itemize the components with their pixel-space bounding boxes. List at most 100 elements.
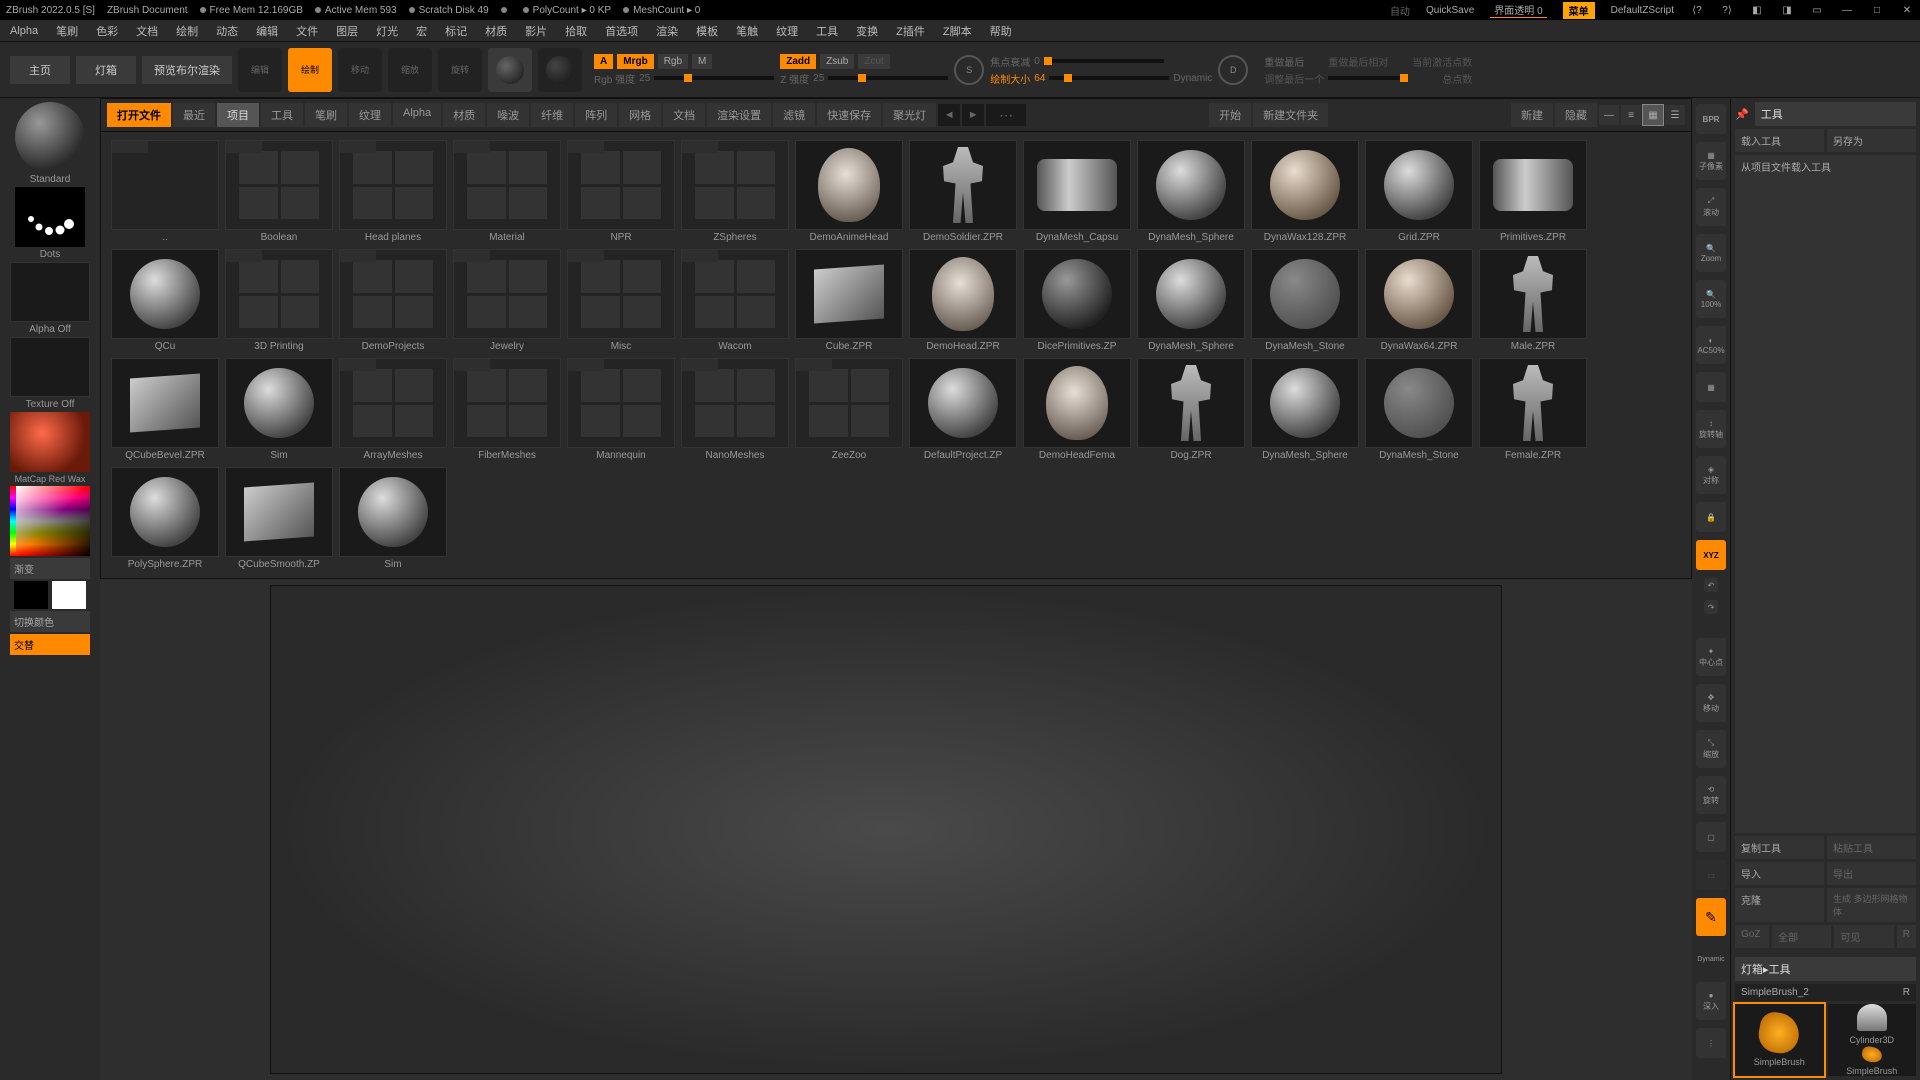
- browser-tab[interactable]: 最近: [173, 103, 215, 127]
- view-grid-icon[interactable]: ▦: [1643, 105, 1663, 125]
- browser-item[interactable]: ZSpheres: [681, 140, 789, 243]
- menu-item[interactable]: 色彩: [96, 23, 118, 39]
- goz-visible-button[interactable]: 可见: [1834, 925, 1893, 948]
- switch-color-button[interactable]: 切换颜色: [10, 611, 90, 632]
- drawsize-slider[interactable]: [1049, 76, 1169, 80]
- menu-item[interactable]: 材质: [485, 23, 507, 39]
- color-picker[interactable]: [10, 486, 90, 556]
- grid-icon[interactable]: ▦: [1696, 372, 1726, 402]
- zadd-button[interactable]: Zadd: [780, 54, 816, 69]
- browser-tab[interactable]: 渲染设置: [707, 103, 771, 127]
- browser-item[interactable]: PolySphere.ZPR: [111, 467, 219, 570]
- frame-icon[interactable]: ▢: [1696, 822, 1726, 852]
- swatch-black[interactable]: [14, 581, 48, 609]
- browser-item[interactable]: QCubeSmooth.ZP: [225, 467, 333, 570]
- menu-item[interactable]: 帮助: [990, 23, 1012, 39]
- zsub-button[interactable]: Zsub: [820, 54, 854, 69]
- mrgb-button[interactable]: Mrgb: [617, 54, 653, 69]
- browser-tab[interactable]: 文档: [663, 103, 705, 127]
- view-minimal-icon[interactable]: —: [1599, 105, 1619, 125]
- menu-item[interactable]: 绘制: [176, 23, 198, 39]
- subpixel-icon[interactable]: ▦子像素: [1696, 142, 1726, 180]
- menu-item[interactable]: 动态: [216, 23, 238, 39]
- edit-mode-icon[interactable]: 编辑: [238, 48, 282, 92]
- browser-item[interactable]: Sim: [225, 358, 333, 461]
- browser-item[interactable]: 3D Printing: [225, 249, 333, 352]
- menu-item[interactable]: 笔刷: [56, 23, 78, 39]
- gen-polymesh-button[interactable]: 生成 多边形网格物体: [1827, 888, 1916, 922]
- menu-item[interactable]: 拾取: [565, 23, 587, 39]
- browser-tab[interactable]: 笔刷: [305, 103, 347, 127]
- lock-icon[interactable]: 🔒: [1696, 502, 1726, 532]
- browser-item[interactable]: Grid.ZPR: [1365, 140, 1473, 243]
- browser-item[interactable]: ArrayMeshes: [339, 358, 447, 461]
- browser-item[interactable]: Jewelry: [453, 249, 561, 352]
- rgb-intensity-slider[interactable]: [654, 76, 774, 80]
- browser-item[interactable]: Wacom: [681, 249, 789, 352]
- bpr-preview-button[interactable]: 预览布尔渲染: [142, 56, 232, 84]
- material-thumb[interactable]: [10, 412, 90, 472]
- browser-item[interactable]: DynaWax128.ZPR: [1251, 140, 1359, 243]
- browser-item[interactable]: DynaMesh_Stone: [1365, 358, 1473, 461]
- rotate-mode-icon[interactable]: 旋转: [438, 48, 482, 92]
- browser-item[interactable]: QCubeBevel.ZPR: [111, 358, 219, 461]
- adjust-last[interactable]: 调整最后一个: [1264, 71, 1324, 86]
- prev-icon[interactable]: ◄: [938, 104, 960, 126]
- gradient-button[interactable]: 渐变: [10, 558, 90, 579]
- browser-item[interactable]: NPR: [567, 140, 675, 243]
- menu-item[interactable]: Alpha: [10, 25, 38, 37]
- menu-item[interactable]: 图层: [336, 23, 358, 39]
- redo-last[interactable]: 重做最后: [1264, 54, 1304, 69]
- tool-thumb-cylinder[interactable]: Cylinder3D SimpleBrush: [1828, 1004, 1917, 1076]
- layout2-icon[interactable]: ◨: [1780, 3, 1794, 17]
- browser-item[interactable]: DynaWax64.ZPR: [1365, 249, 1473, 352]
- swatch-white[interactable]: [52, 581, 86, 609]
- s-nav-icon[interactable]: S: [954, 55, 984, 85]
- load-tool-button[interactable]: 载入工具: [1735, 129, 1824, 152]
- menu-item[interactable]: 影片: [525, 23, 547, 39]
- menu-item[interactable]: Z插件: [896, 23, 925, 39]
- help1-icon[interactable]: ⟨?: [1690, 3, 1704, 17]
- adjust-slider[interactable]: [1328, 76, 1408, 80]
- brush-thumb[interactable]: [15, 102, 85, 172]
- browser-tab[interactable]: 项目: [217, 103, 259, 127]
- menu-item[interactable]: 模板: [696, 23, 718, 39]
- menu-item[interactable]: 首选项: [605, 23, 638, 39]
- import-button[interactable]: 导入: [1735, 862, 1824, 885]
- browser-item[interactable]: DemoHeadFema: [1023, 358, 1131, 461]
- new-button[interactable]: 新建: [1511, 103, 1553, 127]
- menu-item[interactable]: 宏: [416, 23, 427, 39]
- next-icon[interactable]: ►: [962, 104, 984, 126]
- focal-slider[interactable]: [1044, 59, 1164, 63]
- xyz-button[interactable]: XYZ: [1696, 540, 1726, 570]
- tools-header[interactable]: 工具: [1755, 102, 1916, 126]
- float-icon[interactable]: ↕旋转轴: [1696, 410, 1726, 448]
- texture-thumb[interactable]: [10, 337, 90, 397]
- browser-item[interactable]: DemoAnimeHead: [795, 140, 903, 243]
- redo-icon[interactable]: ↷: [1704, 600, 1718, 614]
- browser-tab[interactable]: 纤维: [531, 103, 573, 127]
- help2-icon[interactable]: ?⟩: [1720, 3, 1734, 17]
- zcut-button[interactable]: Zcut: [858, 54, 889, 69]
- move-mode-icon[interactable]: 移动: [338, 48, 382, 92]
- start-button[interactable]: 开始: [1209, 103, 1251, 127]
- browser-item[interactable]: DicePrimitives.ZP: [1023, 249, 1131, 352]
- center-icon[interactable]: ✦中心点: [1696, 638, 1726, 676]
- persp-icon[interactable]: ▭: [1696, 860, 1726, 890]
- save-as-button[interactable]: 另存为: [1827, 129, 1916, 152]
- browser-item[interactable]: Material: [453, 140, 561, 243]
- quicksave-button[interactable]: QuickSave: [1426, 5, 1474, 16]
- menu-item[interactable]: 变换: [856, 23, 878, 39]
- zoom-icon[interactable]: 🔍Zoom: [1696, 234, 1726, 272]
- lightbox-tool-header[interactable]: 灯箱▸工具: [1735, 957, 1916, 981]
- misc-icon[interactable]: ⋮: [1696, 1028, 1726, 1058]
- menu-item[interactable]: 文档: [136, 23, 158, 39]
- ac50-icon[interactable]: ◐AC50%: [1696, 326, 1726, 364]
- browser-tab[interactable]: 工具: [261, 103, 303, 127]
- import-from-project-button[interactable]: 从项目文件载入工具: [1735, 155, 1916, 833]
- goz-all-button[interactable]: 全部: [1772, 925, 1831, 948]
- menu-button[interactable]: 菜单: [1563, 2, 1595, 19]
- paste-tool-button[interactable]: 粘贴工具: [1827, 836, 1916, 859]
- copy-tool-button[interactable]: 复制工具: [1735, 836, 1824, 859]
- browser-tab[interactable]: 纹理: [349, 103, 391, 127]
